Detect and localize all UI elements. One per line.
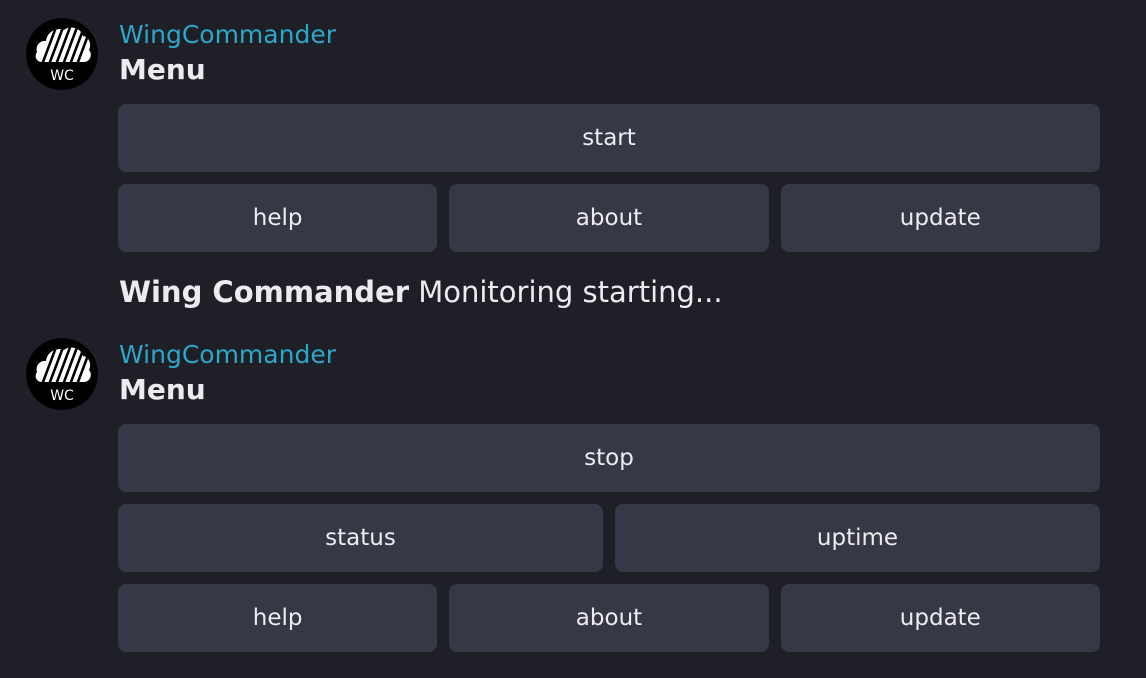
status-message-text: Monitoring starting...	[418, 275, 723, 309]
uptime-button[interactable]: uptime	[615, 504, 1100, 572]
about-button[interactable]: about	[449, 584, 769, 652]
button-row: help about update	[118, 184, 1100, 252]
avatar-initials: WC	[50, 68, 74, 84]
status-message-bold: Wing Commander	[119, 275, 410, 309]
button-row: start	[118, 104, 1100, 172]
help-button[interactable]: help	[118, 184, 438, 252]
start-button[interactable]: start	[118, 104, 1100, 172]
bot-avatar-icon[interactable]: WC	[26, 338, 98, 410]
help-button[interactable]: help	[118, 584, 438, 652]
button-row: help about update	[118, 584, 1100, 652]
avatar-initials: WC	[50, 388, 74, 404]
update-button[interactable]: update	[780, 184, 1100, 252]
message-title: Menu	[119, 53, 206, 86]
bot-avatar-icon[interactable]: WC	[26, 18, 98, 90]
status-message: Wing Commander Monitoring starting...	[119, 274, 723, 310]
stop-button[interactable]: stop	[118, 424, 1100, 492]
sender-name[interactable]: WingCommander	[119, 20, 336, 50]
status-button[interactable]: status	[118, 504, 603, 572]
about-button[interactable]: about	[449, 184, 769, 252]
button-row: stop	[118, 424, 1100, 492]
update-button[interactable]: update	[780, 584, 1100, 652]
message-title: Menu	[119, 373, 206, 406]
sender-name[interactable]: WingCommander	[119, 340, 336, 370]
button-row: status uptime	[118, 504, 1100, 572]
